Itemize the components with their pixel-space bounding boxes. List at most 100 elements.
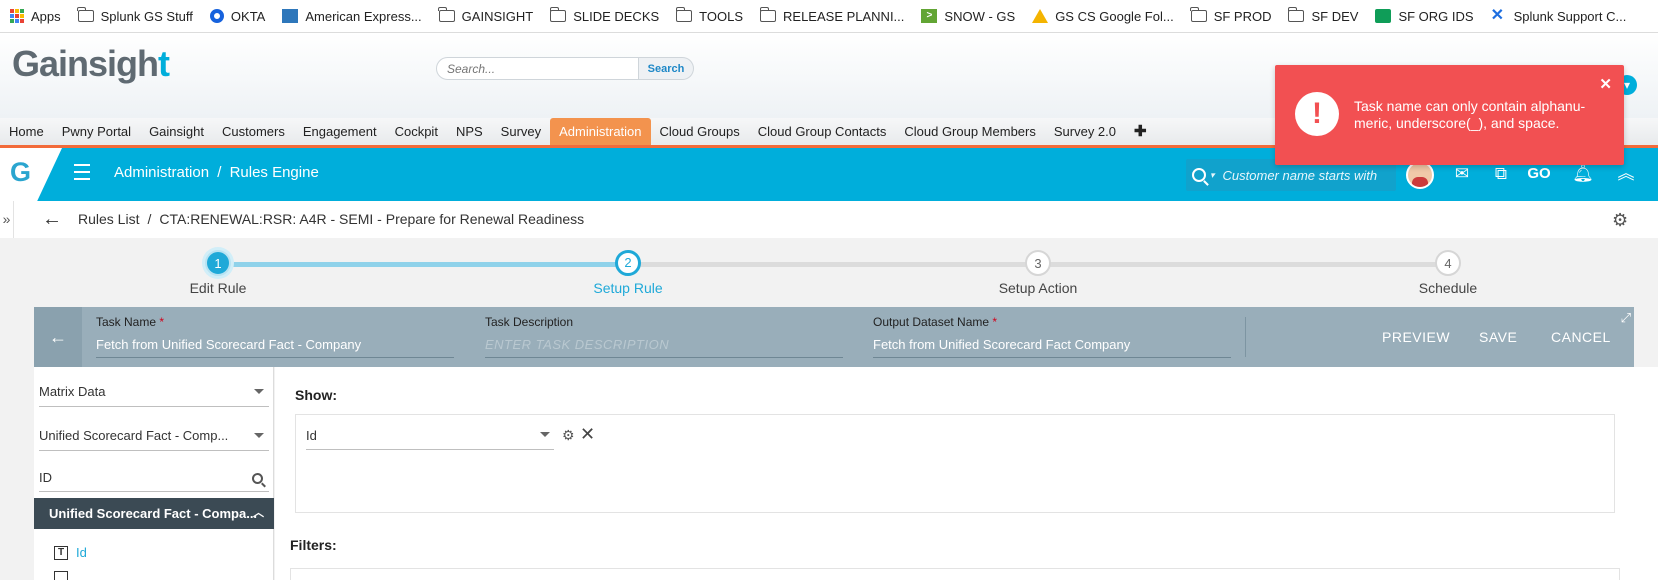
folder-icon <box>759 7 777 22</box>
hamburger-menu-icon[interactable] <box>74 164 90 185</box>
confluence-icon: ✕ <box>1490 7 1504 24</box>
step-label-setup-action: Setup Action <box>998 280 1078 296</box>
servicenow-icon: > <box>921 9 938 23</box>
gear-icon[interactable]: ⚙ <box>562 427 575 444</box>
bookmark-label: SNOW - GS <box>944 8 1016 24</box>
filters-dropzone[interactable] <box>290 568 1620 580</box>
tab-cloud-group-members[interactable]: Cloud Group Members <box>895 118 1045 145</box>
output-dataset-field: Output Dataset Name * Fetch from Unified… <box>873 315 1231 358</box>
task-name-input[interactable]: Fetch from Unified Scorecard Fact - Comp… <box>96 337 454 358</box>
cancel-button[interactable]: CANCEL <box>1551 329 1611 345</box>
chevron-down-icon: ▾ <box>1210 169 1215 180</box>
bookmark-sf-dev[interactable]: SF DEV <box>1287 7 1359 24</box>
bookmark-splunk-gs-stuff[interactable]: Splunk GS Stuff <box>77 7 193 24</box>
step-3[interactable]: 3 <box>1025 250 1051 276</box>
close-icon[interactable]: ✕ <box>1599 75 1612 93</box>
bookmark-label: SF DEV <box>1311 8 1359 24</box>
bookmark-slide-decks[interactable]: SLIDE DECKS <box>549 7 659 24</box>
save-button[interactable]: SAVE <box>1479 329 1517 345</box>
bookmark-release-planning[interactable]: RELEASE PLANNI... <box>759 7 904 24</box>
avatar[interactable] <box>1406 161 1434 189</box>
object-group-header[interactable]: Unified Scorecard Fact - Compa... ︿ <box>34 498 274 529</box>
tab-cloud-groups[interactable]: Cloud Groups <box>651 118 749 145</box>
folder-icon <box>1190 7 1207 22</box>
tab-cloud-group-contacts[interactable]: Cloud Group Contacts <box>749 118 896 145</box>
nav-separator: / <box>217 164 222 181</box>
tab-engagement[interactable]: Engagement <box>294 118 386 145</box>
folder-icon <box>1287 7 1305 22</box>
app-logo[interactable]: G <box>0 148 62 201</box>
nav-section[interactable]: Administration <box>114 164 209 181</box>
bookmark-label: GAINSIGHT <box>461 8 534 24</box>
search-icon[interactable] <box>252 473 263 484</box>
nav-page: Rules Engine <box>229 164 319 181</box>
tab-nps[interactable]: NPS <box>447 118 492 145</box>
step-1[interactable]: 1 <box>205 250 231 276</box>
show-field-select[interactable]: Id <box>306 424 554 450</box>
bookmark-label: TOOLS <box>699 8 744 24</box>
bookmark-sf-org-ids[interactable]: SF ORG IDS <box>1375 9 1474 24</box>
tab-administration[interactable]: Administration <box>550 118 651 145</box>
tab-survey[interactable]: Survey <box>492 118 550 145</box>
alert-icon: ! <box>1295 92 1339 136</box>
task-name-label: Task Name * <box>96 315 165 329</box>
bookmark-label: Apps <box>31 8 61 24</box>
breadcrumb-rules-list[interactable]: Rules List <box>78 211 139 227</box>
google-sheets-icon <box>1375 9 1392 23</box>
bookmark-label: American Express... <box>305 8 422 24</box>
preview-button[interactable]: PREVIEW <box>1382 329 1450 345</box>
gainsight-logo[interactable]: Gainsight <box>12 43 170 85</box>
object-select[interactable]: Unified Scorecard Fact - Comp... <box>39 421 269 451</box>
hierarchy-icon[interactable]: ⧉ <box>1489 162 1513 186</box>
bell-icon[interactable]: 🔔︎ <box>1571 162 1595 186</box>
bookmark-american-express[interactable]: American Express... <box>282 8 422 24</box>
tab-customers[interactable]: Customers <box>213 118 294 145</box>
expand-panel-icon[interactable]: » <box>0 201 14 238</box>
step-4[interactable]: 4 <box>1435 250 1461 276</box>
task-name-field: Task Name * Fetch from Unified Scorecard… <box>96 315 454 358</box>
task-description-input[interactable]: ENTER TASK DESCRIPTION <box>485 337 843 358</box>
add-tab-button[interactable]: ✚ <box>1125 118 1156 145</box>
tab-cockpit[interactable]: Cockpit <box>386 118 447 145</box>
back-arrow-icon[interactable]: ← <box>42 209 62 229</box>
tab-survey-2[interactable]: Survey 2.0 <box>1045 118 1125 145</box>
chevron-up-icon[interactable]: ︿ <box>253 498 264 529</box>
output-dataset-label: Output Dataset Name * <box>873 315 998 329</box>
bookmark-snow-gs[interactable]: > SNOW - GS <box>921 9 1015 24</box>
bookmarks-bar: Apps Splunk GS Stuff OKTA American Expre… <box>0 0 1658 33</box>
global-search-input[interactable] <box>436 57 639 80</box>
go-icon[interactable]: GO <box>1527 162 1551 186</box>
task-description-label: Task Description <box>485 315 574 329</box>
step-label-edit-rule: Edit Rule <box>189 280 247 296</box>
tab-gainsight[interactable]: Gainsight <box>140 118 213 145</box>
page-title: Administration / Rules Engine <box>114 164 319 181</box>
object-group-label: Unified Scorecard Fact - Compa... <box>49 506 258 521</box>
bookmark-splunk-support[interactable]: ✕ Splunk Support C... <box>1490 7 1627 24</box>
collapse-corner-icon[interactable]: ⤢ <box>1621 310 1631 326</box>
text-field-icon: T <box>54 545 68 560</box>
field-search-input[interactable]: ID <box>39 464 269 492</box>
folder-icon <box>549 7 567 22</box>
step-2[interactable]: 2 <box>615 250 641 276</box>
bookmark-tools[interactable]: TOOLS <box>675 7 744 24</box>
output-dataset-input[interactable]: Fetch from Unified Scorecard Fact Compan… <box>873 337 1231 358</box>
close-icon[interactable]: ✕ <box>580 424 595 445</box>
bookmark-label: GS CS Google Fol... <box>1055 8 1174 24</box>
back-arrow-icon[interactable]: ← <box>34 307 82 367</box>
apps-grid-icon <box>10 9 24 23</box>
gear-icon[interactable]: ⚙ <box>1612 210 1628 231</box>
source-select[interactable]: Matrix Data <box>39 377 269 407</box>
bookmark-okta[interactable]: OKTA <box>209 9 265 24</box>
mail-settings-icon[interactable]: ✉ <box>1450 162 1474 186</box>
bookmark-gs-cs-google-folder[interactable]: GS CS Google Fol... <box>1032 9 1174 24</box>
bookmark-sf-prod[interactable]: SF PROD <box>1190 7 1271 24</box>
text-field-icon <box>54 571 68 580</box>
bookmark-gainsight[interactable]: GAINSIGHT <box>438 7 534 24</box>
tab-pwny-portal[interactable]: Pwny Portal <box>53 118 140 145</box>
global-search-button[interactable]: Search <box>639 57 694 80</box>
tab-home[interactable]: Home <box>0 118 53 145</box>
bookmark-apps[interactable]: Apps <box>10 9 61 24</box>
bookmark-label: Splunk Support C... <box>1513 8 1627 24</box>
field-item-id[interactable]: T Id <box>54 545 87 560</box>
collapse-up-icon[interactable]: ︽ <box>1614 162 1638 186</box>
